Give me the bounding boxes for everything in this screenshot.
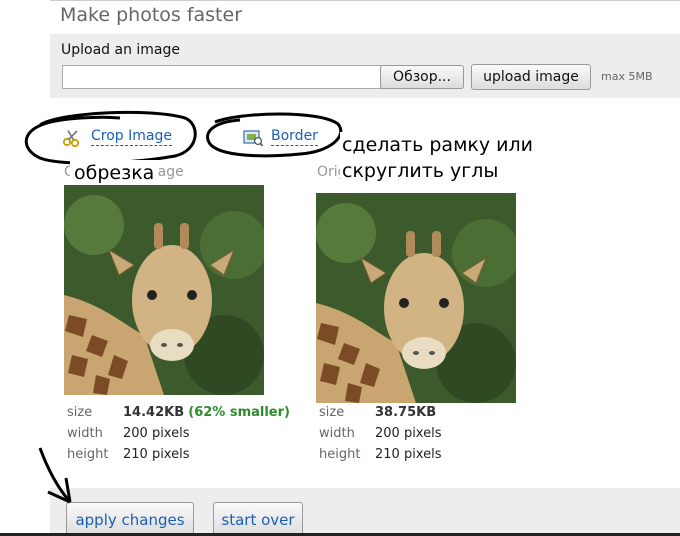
border-image-icon xyxy=(243,130,263,147)
savings-note: (62% smaller) xyxy=(188,405,290,420)
width-key: width xyxy=(67,426,103,441)
height-value: 210 pixels xyxy=(123,447,190,462)
optimized-giraffe-image xyxy=(64,185,264,395)
size-key: size xyxy=(319,405,345,420)
original-image-stats: size 38.75KB width 200 pixels height 210… xyxy=(319,405,519,468)
file-path-field[interactable] xyxy=(62,65,386,89)
size-value: 38.75KB xyxy=(375,405,437,420)
height-key: height xyxy=(319,447,361,462)
width-value: 200 pixels xyxy=(375,426,442,441)
crop-image-label: Crop Image xyxy=(91,128,172,146)
width-value: 200 pixels xyxy=(123,426,190,441)
crop-image-link[interactable]: Crop Image xyxy=(62,128,172,147)
original-giraffe-image xyxy=(316,193,516,403)
upload-image-button[interactable]: upload image xyxy=(471,64,591,90)
height-value: 210 pixels xyxy=(375,447,442,462)
optimized-image-stats: size 14.42KB (62% smaller) width 200 pix… xyxy=(67,405,307,468)
upload-panel: Upload an image Обзор... upload image ma… xyxy=(50,34,680,98)
top-divider xyxy=(50,0,680,1)
border-annotation-line1: сделать рамку или xyxy=(342,134,534,156)
apply-changes-button[interactable]: apply changes xyxy=(66,502,194,536)
height-key: height xyxy=(67,447,109,462)
size-value: 14.42KB xyxy=(123,405,185,420)
border-annotation-line2: скруглить углы xyxy=(342,160,499,182)
border-link[interactable]: Border xyxy=(243,128,318,147)
border-annotation: сделать рамку или скруглить углы xyxy=(340,132,536,184)
size-key: size xyxy=(67,405,93,420)
upload-label: Upload an image xyxy=(61,42,181,58)
crop-annotation: обрезка xyxy=(70,160,159,186)
max-size-note: max 5MB xyxy=(601,70,653,83)
browse-button[interactable]: Обзор... xyxy=(380,65,464,89)
border-label: Border xyxy=(271,128,318,146)
page-title: Make photos faster xyxy=(60,4,243,26)
width-key: width xyxy=(319,426,355,441)
scissors-icon xyxy=(62,130,80,147)
start-over-button[interactable]: start over xyxy=(213,502,303,536)
